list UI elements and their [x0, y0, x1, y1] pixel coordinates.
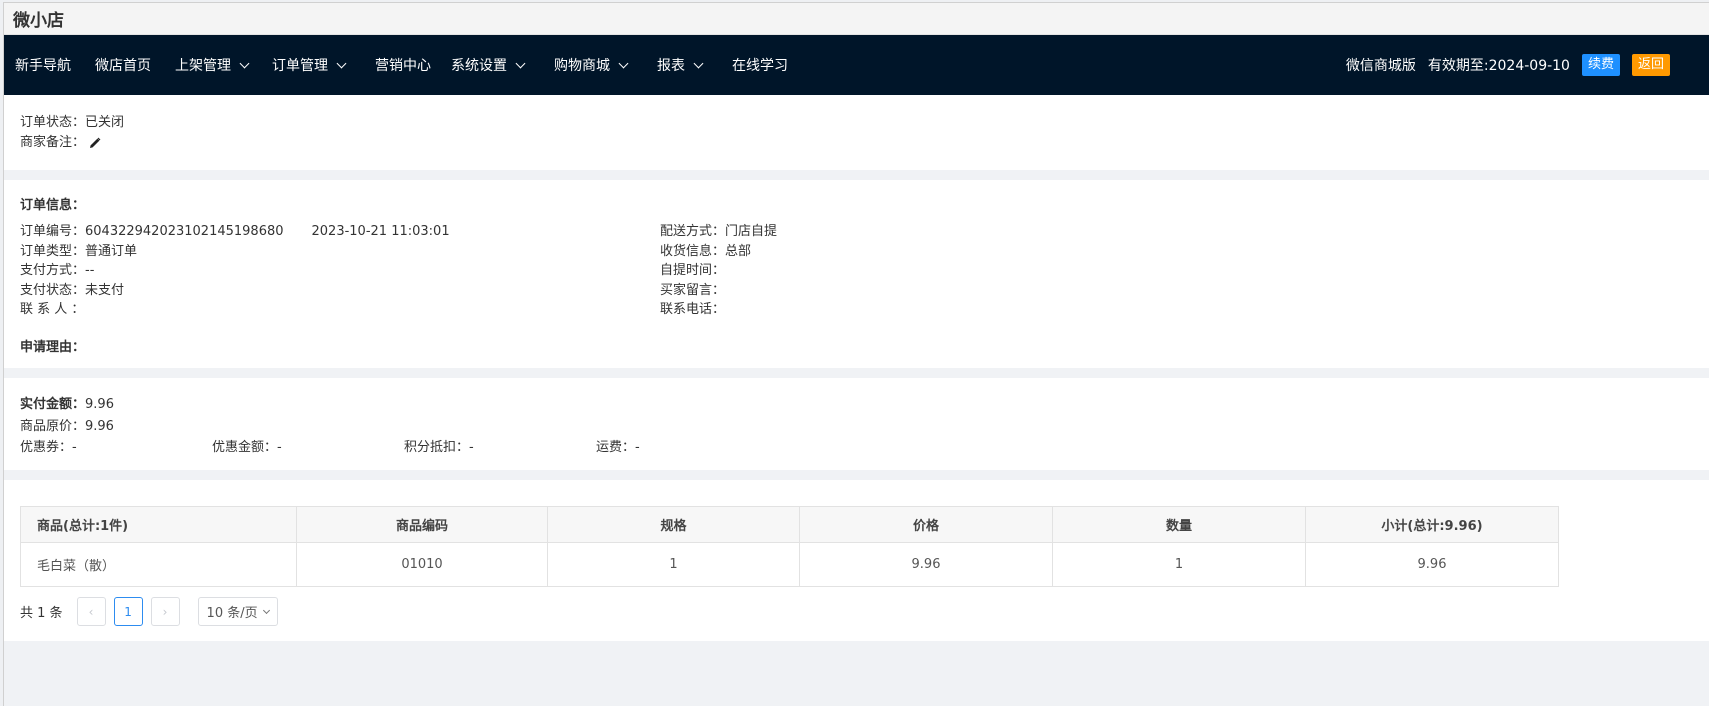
renew-button[interactable]: 续费 [1581, 54, 1620, 76]
nav-item-label: 新手导航 [15, 58, 71, 74]
delivery-method: 配送方式：门店自提 [660, 224, 778, 239]
nav-menu: 新手导航 微店首页 上架管理 订单管理 营销中心 系统设置 购物商城 报表 在线… [15, 35, 812, 95]
order-time: 2023-10-21 11:03:01 [311, 224, 450, 239]
prev-page-button[interactable]: ‹ [76, 597, 106, 626]
order-info-right: 配送方式：门店自提 收货信息：总部 自提时间： 买家留言： 联系电话： [660, 222, 1160, 320]
nav-item-label: 营销中心 [375, 58, 431, 74]
column-header: 数量 [1052, 506, 1306, 543]
nav-item-orders[interactable]: 订单管理 [272, 55, 347, 75]
pencil-icon[interactable] [89, 137, 101, 149]
order-info-columns: 订单编号：60432294202310214519868​0 2023-10-21… [20, 222, 1693, 320]
order-info-heading: 订单信息： [20, 198, 86, 213]
order-number-row: 订单编号：60432294202310214519868​0 2023-10-21… [20, 222, 660, 242]
table-cell: 9.96 [799, 542, 1053, 587]
nav-item-label: 微店首页 [95, 58, 151, 74]
order-number: 订单编号：60432294202310214519868​0 [20, 224, 284, 239]
top-navbar: 新手导航 微店首页 上架管理 订单管理 营销中心 系统设置 购物商城 报表 在线… [4, 35, 1709, 95]
fees-row: 优惠券：- 优惠金额：- 积分抵扣：- 运费：- [20, 438, 1693, 458]
page-size-select[interactable]: 10 条/页 [197, 597, 278, 626]
goods-table: 商品(总计:1件) 商品编码 规格 价格 数量 小计(总计:9.96) 毛白菜（… [20, 506, 1559, 587]
merchant-note-row: 商家备注： [20, 133, 1693, 153]
nav-item-learning[interactable]: 在线学习 [732, 55, 788, 75]
paid-amount-row: 实付金额：9.96 [20, 394, 1693, 416]
plan-label: 微信商城版 [1345, 58, 1416, 74]
title-bar: 微小店 [4, 3, 1709, 35]
column-header: 价格 [799, 506, 1053, 543]
total-count: 共 1 条 [20, 606, 63, 621]
goods-section: 商品(总计:1件) 商品编码 规格 价格 数量 小计(总计:9.96) 毛白菜（… [4, 480, 1709, 641]
column-header: 商品(总计:1件) [20, 506, 297, 543]
nav-account: 微信商城版 有效期至:2024-09-10 续费 返回 [1346, 54, 1699, 76]
chevron-down-icon [239, 58, 250, 68]
nav-item-home[interactable]: 微店首页 [95, 55, 151, 75]
chevron-down-icon [515, 58, 526, 68]
back-button[interactable]: 返回 [1631, 54, 1670, 76]
order-status-section: 订单状态：已关闭 商家备注： [4, 95, 1709, 170]
paid-amount-value: 9.96 [85, 397, 114, 412]
column-header: 规格 [547, 506, 800, 543]
chevron-down-icon [262, 606, 270, 614]
coupon-value: 优惠券：- [20, 440, 77, 455]
chevron-down-icon [336, 58, 347, 68]
pagination: 共 1 条 ‹ 1 › 10 条/页 [20, 597, 1693, 626]
app-window: 微小店 新手导航 微店首页 上架管理 订单管理 营销中心 系统设置 购物商城 报… [3, 2, 1709, 706]
chevron-down-icon [618, 58, 629, 68]
shipping-value: 运费：- [596, 440, 640, 455]
discount-value: 优惠金额：- [212, 440, 282, 455]
chevron-down-icon [693, 58, 704, 68]
contact-person: 联 系 人 ： [20, 302, 85, 317]
nav-item-label: 上架管理 [175, 58, 231, 74]
nav-item-label: 订单管理 [272, 58, 328, 74]
nav-item-settings[interactable]: 系统设置 [451, 55, 526, 75]
paid-amount-label: 实付金额： [20, 397, 86, 412]
nav-item-guide[interactable]: 新手导航 [15, 55, 71, 75]
app-title: 微小店 [13, 11, 64, 31]
apply-reason: 申请理由： [20, 339, 86, 355]
table-cell: 毛白菜（散） [20, 542, 297, 587]
pickup-time: 自提时间： [660, 263, 726, 278]
table-cell: 1 [1052, 542, 1306, 587]
order-type: 订单类型：普通订单 [20, 243, 138, 259]
page-number-button[interactable]: 1 [113, 597, 143, 626]
next-page-button[interactable]: › [150, 597, 180, 626]
nav-item-mall[interactable]: 购物商城 [554, 55, 629, 75]
table-cell: 1 [547, 542, 800, 587]
nav-item-listing[interactable]: 上架管理 [175, 55, 250, 75]
amount-section: 实付金额：9.96 商品原价：9.96 优惠券：- 优惠金额：- 积分抵扣：- … [4, 378, 1709, 470]
contact-phone: 联系电话： [660, 302, 726, 317]
nav-item-label: 在线学习 [732, 58, 788, 74]
column-header: 商品编码 [296, 506, 548, 543]
nav-item-label: 系统设置 [451, 58, 507, 74]
nav-item-label: 报表 [657, 58, 685, 74]
original-price: 商品原价：9.96 [20, 419, 114, 434]
nav-item-marketing[interactable]: 营销中心 [375, 55, 431, 75]
order-info-section: 订单信息： 订单编号：60432294202310214519868​0 2023… [4, 180, 1709, 368]
expiry-label: 有效期至:2024-09-10 [1427, 58, 1570, 74]
receiver-info: 收货信息：总部 [660, 243, 752, 259]
buyer-message: 买家留言： [660, 282, 726, 298]
order-info-left: 订单编号：60432294202310214519868​0 2023-10-21… [20, 222, 660, 320]
page-size-label: 10 条/页 [206, 606, 258, 621]
table-cell: 01010 [296, 542, 548, 587]
table-cell: 9.96 [1305, 542, 1559, 587]
points-value: 积分抵扣：- [404, 440, 474, 455]
merchant-note-label: 商家备注： [20, 135, 86, 150]
table-row: 毛白菜（散） 01010 1 9.96 1 9.96 [20, 542, 1559, 587]
nav-item-reports[interactable]: 报表 [657, 55, 704, 75]
column-header: 小计(总计:9.96) [1305, 506, 1559, 543]
pay-status: 支付状态：未支付 [20, 282, 125, 298]
order-status: 订单状态：已关闭 [20, 115, 125, 130]
nav-item-label: 购物商城 [554, 58, 610, 74]
table-header-row: 商品(总计:1件) 商品编码 规格 价格 数量 小计(总计:9.96) [20, 506, 1559, 543]
pay-method: 支付方式：-- [20, 263, 95, 278]
